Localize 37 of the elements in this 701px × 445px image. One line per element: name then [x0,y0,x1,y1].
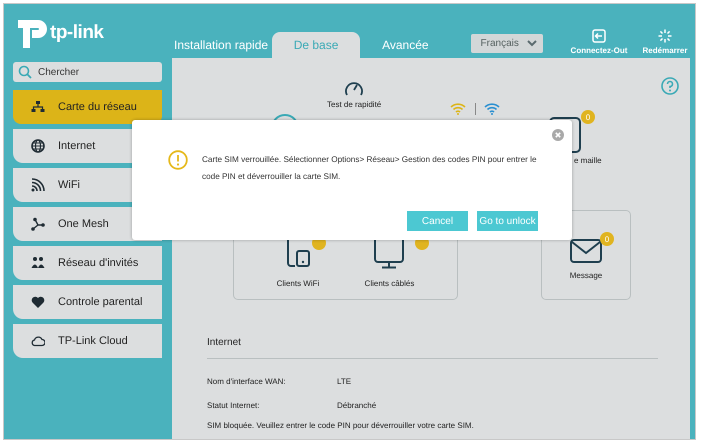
chevron-down-icon [527,40,537,47]
logout-icon [592,29,606,43]
search-icon [18,65,32,79]
section-title: Internet [206,337,242,348]
clients-label[interactable]: Clients câblés [364,279,414,288]
sidebar-item[interactable]: Carte du réseau [13,90,162,124]
wifi-icon [484,102,500,115]
sim-notice: SIM bloquée. Veuillez entrer le code PIN pour déverrouiller votre carte SIM. [206,421,475,430]
speed-test-label[interactable]: Test de rapidité [327,100,382,109]
field-value: LTE [337,376,352,386]
spinner-icon [658,29,672,43]
sidebar-item[interactable]: TP-Link Cloud [13,324,162,358]
dialog-message: Carte SIM verrouillée. Sélectionner Options> Réseau> Gestion des codes PIN pour entrer le code PIN et déverrouiller la carte SIM. [202,154,538,183]
search-field[interactable]: Chercher [13,62,162,82]
field-value: Débranché [337,400,376,410]
sidebar-item[interactable]: Controle parental [13,285,162,319]
cloud-icon [31,334,45,348]
logo-text: tp-link [50,22,104,44]
heart-icon [31,295,45,309]
warning-icon [168,150,188,170]
network-icon [31,100,45,114]
wifi-icon [31,178,45,192]
field-label: Statut Internet: [207,400,260,410]
language-select[interactable]: Français [470,34,543,53]
count-badge: 0 [581,110,595,124]
speedometer-icon [344,80,364,98]
count-badge: 0 [600,232,614,246]
nodes-icon [31,217,45,231]
sidebar-item[interactable]: Réseau d'invités [13,246,162,280]
mesh-label: e maille [574,156,602,165]
field-label: Nom d'interface WAN: [207,376,287,386]
clients-label[interactable]: Clients WiFi [276,279,320,288]
envelope-icon [570,239,602,263]
wifi-icon [450,102,466,115]
message-label: Message [570,271,602,280]
search-input[interactable]: Chercher [38,66,138,78]
people-icon [31,256,45,270]
